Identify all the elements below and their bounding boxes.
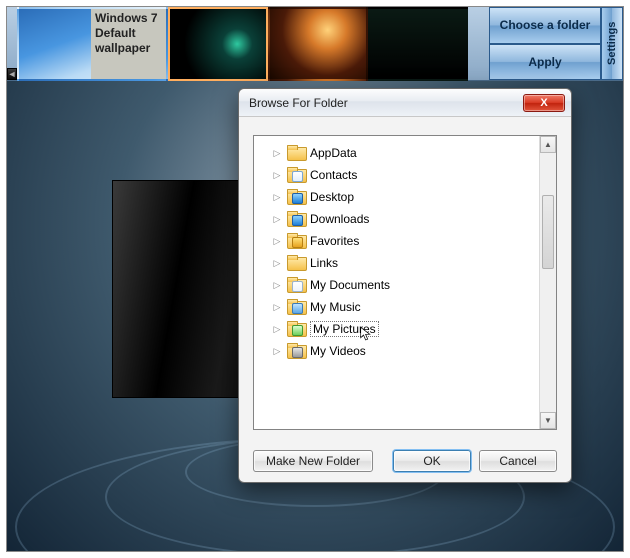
expand-icon[interactable]: ▷: [272, 214, 282, 224]
scroll-up-button[interactable]: ▲: [540, 136, 556, 153]
thumb-4[interactable]: [368, 7, 468, 81]
folder-icon: [287, 299, 305, 315]
thumbnail-row: Windows 7 Default wallpaper: [17, 7, 489, 81]
ok-button[interactable]: OK: [393, 450, 471, 472]
dialog-title: Browse For Folder: [249, 96, 523, 110]
app-window: ◄ Windows 7 Default wallpaper Choose a f…: [6, 6, 624, 552]
thumb-2[interactable]: [168, 7, 268, 81]
folder-icon: [287, 145, 305, 161]
expand-icon[interactable]: ▷: [272, 236, 282, 246]
tree-item-label: AppData: [310, 146, 357, 160]
scrollbar[interactable]: ▲ ▼: [539, 136, 556, 429]
scroll-down-button[interactable]: ▼: [540, 412, 556, 429]
scroll-track[interactable]: [540, 153, 556, 412]
thumb-3[interactable]: [268, 7, 368, 81]
folder-icon: [287, 255, 305, 271]
dialog-button-row: Make New Folder OK Cancel: [239, 440, 571, 482]
tree-item-label: Links: [310, 256, 338, 270]
top-right-panel: Choose a folder Apply Settings: [489, 7, 623, 80]
tree-item[interactable]: ▷ Favorites: [268, 230, 537, 252]
folder-tree-container: ▷ AppData ▷ Contacts ▷ Desktop ▷ Downloads ▷ Favo…: [253, 135, 557, 430]
tree-item[interactable]: ▷ Contacts: [268, 164, 537, 186]
dialog-titlebar[interactable]: Browse For Folder X: [239, 89, 571, 117]
tree-item-label: My Music: [310, 300, 361, 314]
tree-item[interactable]: ▷ Desktop: [268, 186, 537, 208]
tree-item[interactable]: ▷ AppData: [268, 142, 537, 164]
tree-item-label: Contacts: [310, 168, 357, 182]
folder-tree[interactable]: ▷ AppData ▷ Contacts ▷ Desktop ▷ Downloads ▷ Favo…: [254, 136, 539, 429]
dialog-body: ▷ AppData ▷ Contacts ▷ Desktop ▷ Downloads ▷ Favo…: [239, 117, 571, 440]
tree-item-label: Downloads: [310, 212, 369, 226]
browse-folder-dialog: Browse For Folder X ▷ AppData ▷ Contacts ▷ De…: [238, 88, 572, 483]
tree-item[interactable]: ▷ Links: [268, 252, 537, 274]
folder-icon: [287, 233, 305, 249]
tree-item[interactable]: ▷ My Documents: [268, 274, 537, 296]
expand-icon[interactable]: ▷: [272, 302, 282, 312]
tree-item[interactable]: ▷ My Videos: [268, 340, 537, 362]
tree-item-label: My Videos: [310, 344, 366, 358]
scroll-left-button[interactable]: ◄: [7, 68, 17, 80]
scroll-thumb[interactable]: [542, 195, 554, 269]
tree-item-label: My Pictures: [310, 321, 379, 337]
close-icon: X: [540, 97, 547, 109]
tree-item-label: Favorites: [310, 234, 359, 248]
cancel-button[interactable]: Cancel: [479, 450, 557, 472]
settings-button[interactable]: Settings: [601, 7, 623, 80]
tree-item-label: Desktop: [310, 190, 354, 204]
folder-icon: [287, 189, 305, 205]
expand-icon[interactable]: ▷: [272, 258, 282, 268]
tree-item[interactable]: ▷ Downloads: [268, 208, 537, 230]
tree-item[interactable]: ▷ My Music: [268, 296, 537, 318]
expand-icon[interactable]: ▷: [272, 192, 282, 202]
expand-icon[interactable]: ▷: [272, 324, 282, 334]
tree-item-label: My Documents: [310, 278, 390, 292]
thumb-default-label: Windows 7 Default wallpaper: [91, 9, 166, 79]
folder-icon: [287, 343, 305, 359]
expand-icon[interactable]: ▷: [272, 346, 282, 356]
expand-icon[interactable]: ▷: [272, 280, 282, 290]
expand-icon[interactable]: ▷: [272, 170, 282, 180]
folder-icon: [287, 211, 305, 227]
make-new-folder-button[interactable]: Make New Folder: [253, 450, 373, 472]
folder-icon: [287, 277, 305, 293]
choose-folder-button[interactable]: Choose a folder: [489, 7, 601, 44]
folder-icon: [287, 167, 305, 183]
wallpaper-strip: ◄ Windows 7 Default wallpaper Choose a f…: [7, 7, 623, 81]
tree-item[interactable]: ▷ My Pictures: [268, 318, 537, 340]
thumb-default[interactable]: Windows 7 Default wallpaper: [17, 7, 168, 81]
apply-button[interactable]: Apply: [489, 44, 601, 81]
folder-icon: [287, 321, 305, 337]
dialog-close-button[interactable]: X: [523, 94, 565, 112]
expand-icon[interactable]: ▷: [272, 148, 282, 158]
